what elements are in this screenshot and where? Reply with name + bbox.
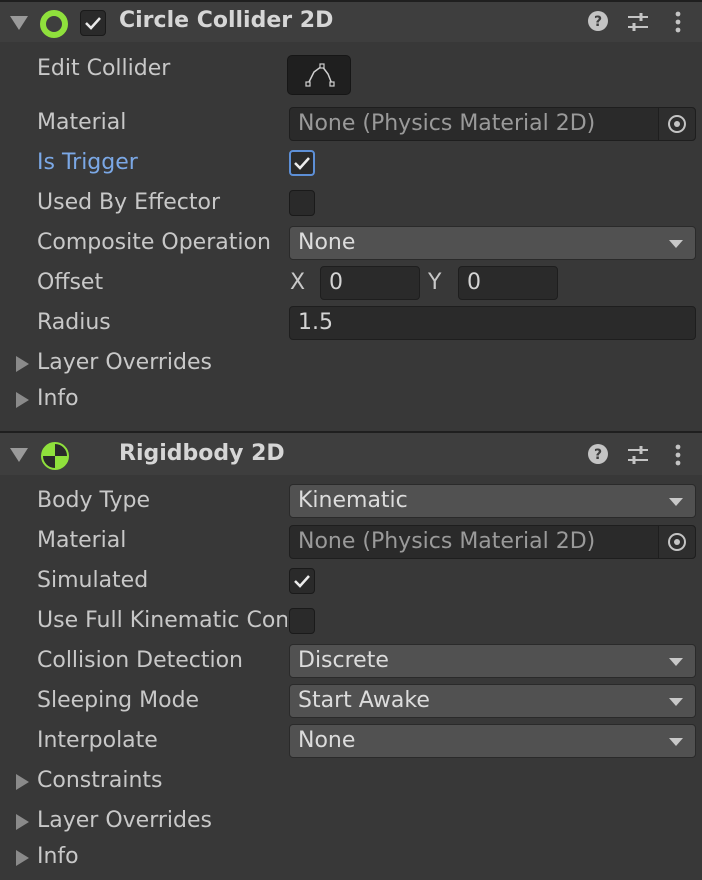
rigidbody-icon	[41, 442, 69, 470]
dropdown-arrow-icon	[669, 738, 683, 746]
radius-field[interactable]: 1.5	[289, 306, 696, 340]
used-by-effector-label: Used By Effector	[37, 190, 220, 215]
collision-detection-value: Discrete	[298, 648, 389, 673]
body-type-label: Body Type	[37, 488, 151, 513]
interpolate-dropdown[interactable]: None	[289, 724, 696, 758]
material-object-field[interactable]: None (Physics Material 2D)	[289, 525, 696, 559]
sleeping-mode-label: Sleeping Mode	[37, 688, 200, 713]
collision-detection-label: Collision Detection	[37, 648, 244, 673]
more-options-icon[interactable]	[672, 443, 684, 467]
offset-label: Offset	[37, 270, 104, 295]
target-icon	[668, 533, 686, 551]
edit-collider-label: Edit Collider	[37, 56, 171, 81]
material-label: Material	[37, 110, 127, 135]
component-title: Circle Collider 2D	[119, 8, 334, 33]
rigidbody-header[interactable]: Rigidbody 2D ?	[0, 431, 702, 475]
checkmark-icon	[85, 17, 101, 30]
offset-x-label: X	[290, 270, 306, 295]
checkmark-icon	[294, 575, 310, 588]
object-picker-button[interactable]	[658, 526, 695, 558]
dropdown-arrow-icon	[669, 498, 683, 506]
foldout-arrow-icon[interactable]	[16, 850, 29, 866]
collapse-arrow-icon[interactable]	[10, 16, 28, 30]
foldout-arrow-icon[interactable]	[16, 356, 29, 372]
checkmark-icon	[294, 157, 310, 170]
collision-detection-dropdown[interactable]: Discrete	[289, 644, 696, 678]
interpolate-value: None	[298, 728, 356, 753]
layer-overrides-foldout[interactable]: Layer Overrides	[37, 808, 212, 833]
simulated-checkbox[interactable]	[289, 568, 315, 594]
use-full-kinematic-contacts-checkbox[interactable]	[289, 608, 315, 634]
offset-y-field[interactable]: 0	[458, 266, 558, 300]
offset-x-field[interactable]: 0	[320, 266, 420, 300]
is-trigger-label: Is Trigger	[37, 150, 138, 175]
layer-overrides-foldout[interactable]: Layer Overrides	[37, 350, 212, 375]
dropdown-arrow-icon	[669, 658, 683, 666]
collapse-arrow-icon[interactable]	[10, 448, 28, 462]
presets-icon[interactable]	[626, 443, 650, 467]
edit-collider-button[interactable]	[287, 55, 351, 95]
radius-label: Radius	[37, 310, 111, 335]
component-enabled-checkbox[interactable]	[80, 10, 106, 36]
target-icon	[668, 115, 686, 133]
info-foldout[interactable]: Info	[37, 844, 79, 869]
offset-y-label: Y	[428, 270, 442, 295]
body-type-dropdown[interactable]: Kinematic	[289, 484, 696, 518]
circle-collider-header[interactable]: Circle Collider 2D ?	[0, 0, 702, 42]
is-trigger-checkbox[interactable]	[289, 150, 315, 176]
material-value: None (Physics Material 2D)	[298, 111, 596, 136]
object-picker-button[interactable]	[658, 108, 695, 140]
more-options-icon[interactable]	[672, 10, 684, 34]
composite-operation-dropdown[interactable]: None	[289, 226, 696, 260]
used-by-effector-checkbox[interactable]	[289, 190, 315, 216]
edit-collider-icon	[305, 63, 335, 87]
component-title: Rigidbody 2D	[119, 441, 285, 466]
material-label: Material	[37, 528, 127, 553]
dropdown-arrow-icon	[669, 240, 683, 248]
interpolate-label: Interpolate	[37, 728, 158, 753]
material-object-field[interactable]: None (Physics Material 2D)	[289, 107, 696, 141]
material-value: None (Physics Material 2D)	[298, 529, 596, 554]
foldout-arrow-icon[interactable]	[16, 392, 29, 408]
composite-operation-value: None	[298, 230, 356, 255]
constraints-foldout[interactable]: Constraints	[37, 768, 163, 793]
foldout-arrow-icon[interactable]	[16, 774, 29, 790]
foldout-arrow-icon[interactable]	[16, 814, 29, 830]
help-icon[interactable]: ?	[587, 10, 609, 32]
presets-icon[interactable]	[626, 10, 650, 34]
use-full-kinematic-contacts-label: Use Full Kinematic Contacts	[37, 608, 287, 633]
sleeping-mode-dropdown[interactable]: Start Awake	[289, 684, 696, 718]
svg-text:?: ?	[594, 14, 602, 30]
dropdown-arrow-icon	[669, 698, 683, 706]
composite-operation-label: Composite Operation	[37, 230, 271, 255]
circle-collider-icon	[40, 10, 68, 38]
body-type-value: Kinematic	[298, 488, 408, 513]
help-icon[interactable]: ?	[587, 443, 609, 465]
svg-text:?: ?	[594, 447, 602, 463]
simulated-label: Simulated	[37, 568, 149, 593]
sleeping-mode-value: Start Awake	[298, 688, 430, 713]
info-foldout[interactable]: Info	[37, 386, 79, 411]
